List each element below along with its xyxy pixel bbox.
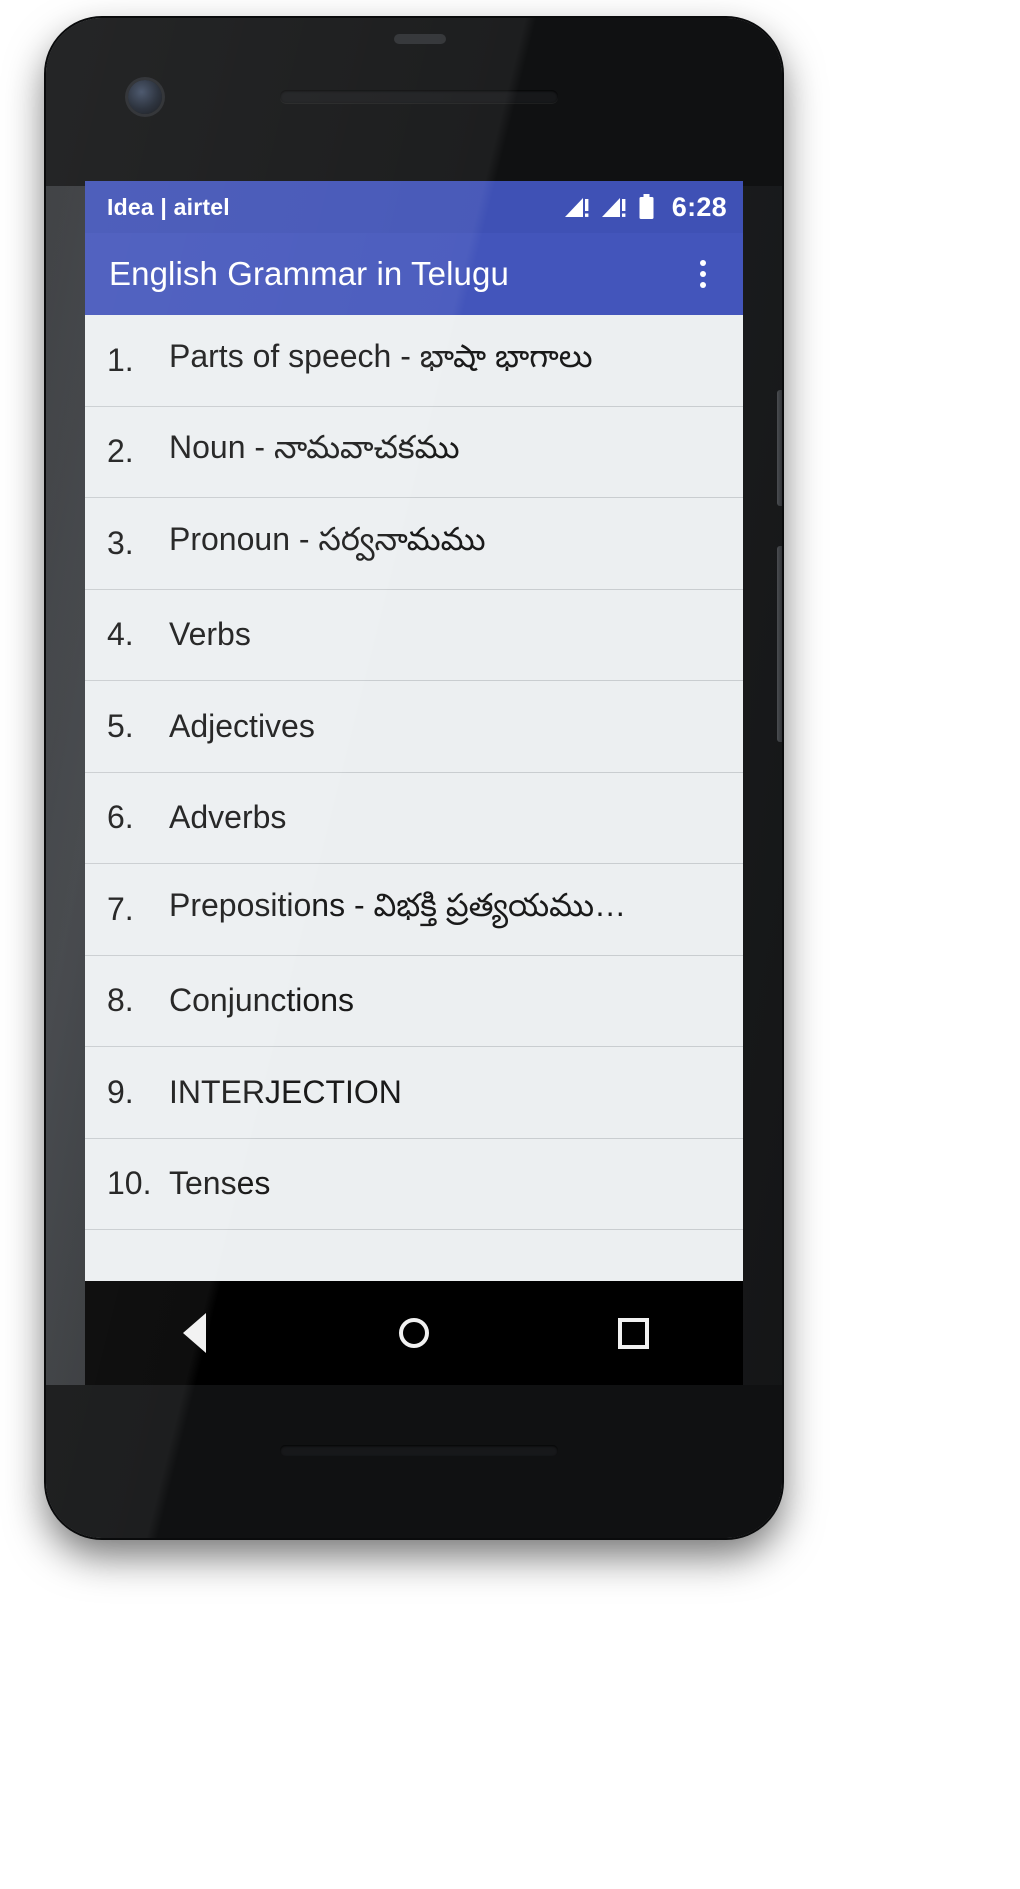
list-item-index: 10. [107, 1165, 152, 1202]
list-item-label: INTERJECTION [169, 1073, 402, 1110]
phone-device-frame: Idea | airtel 6:28 English Grammar in Te… [46, 18, 782, 1538]
list-item-index: 2. [107, 433, 134, 470]
list-item[interactable]: 4. Verbs [85, 589, 743, 681]
list-item-label: Parts of speech - భాషా భాగాలు [169, 337, 593, 374]
nav-recents-button[interactable] [596, 1296, 670, 1370]
list-item[interactable]: 1. Parts of speech - భాషా భాగాలు [85, 315, 743, 407]
page-title: English Grammar in Telugu [109, 255, 509, 292]
top-notch-bar [394, 34, 446, 44]
list-item-label: Conjunctions [169, 982, 354, 1019]
back-triangle-icon [183, 1313, 207, 1353]
list-item-label: Noun - నామవాచకము [169, 429, 460, 466]
list-item[interactable]: 8. Conjunctions [85, 955, 743, 1047]
power-button[interactable] [777, 390, 782, 506]
nav-back-button[interactable] [158, 1296, 232, 1370]
overflow-dot [700, 271, 706, 277]
carrier-label: Idea | airtel [107, 193, 230, 220]
navigation-bar [85, 1281, 743, 1385]
signal-bars-warning-icon [601, 198, 626, 217]
signal-bars-warning-icon [564, 198, 589, 217]
battery-full-icon [639, 194, 654, 219]
list-item-index: 8. [107, 982, 134, 1019]
list-item-partial[interactable] [85, 1230, 743, 1281]
nav-home-button[interactable] [377, 1296, 451, 1370]
list-item-index: 9. [107, 1073, 134, 1110]
overflow-dot [700, 260, 706, 266]
list-item[interactable]: 10. Tenses [85, 1138, 743, 1230]
list-item[interactable]: 6. Adverbs [85, 772, 743, 864]
list-item-label: Pronoun - సర్వనామము [169, 520, 486, 557]
phone-bottom-bezel [46, 1385, 782, 1538]
list-item[interactable]: 7. Prepositions - విభక్తి ప్రత్యయము… [85, 864, 743, 956]
list-item-index: 7. [107, 890, 134, 927]
list-item[interactable]: 2. Noun - నామవాచకము [85, 406, 743, 498]
list-item-index: 6. [107, 799, 134, 836]
phone-screen: Idea | airtel 6:28 English Grammar in Te… [85, 181, 743, 1281]
list-item-label: Adverbs [169, 799, 287, 836]
topic-list[interactable]: 1. Parts of speech - భాషా భాగాలు 2. Noun… [85, 315, 743, 1281]
list-item[interactable]: 9. INTERJECTION [85, 1047, 743, 1139]
list-item-index: 5. [107, 707, 134, 744]
list-item[interactable]: 5. Adjectives [85, 681, 743, 773]
overflow-menu-icon[interactable] [683, 248, 723, 300]
status-bar: Idea | airtel 6:28 [85, 181, 743, 233]
front-camera-icon [128, 80, 162, 114]
list-item-label: Prepositions - విభక్తి ప్రత్యయము… [169, 886, 627, 923]
bottom-speaker-icon [280, 1445, 558, 1456]
app-bar: English Grammar in Telugu [85, 233, 743, 315]
list-item-label: Verbs [169, 616, 251, 653]
list-item[interactable]: 3. Pronoun - సర్వనామము [85, 498, 743, 590]
recents-square-icon [617, 1317, 649, 1349]
home-circle-icon [398, 1318, 429, 1348]
list-item-index: 1. [107, 341, 134, 378]
earpiece-speaker-icon [280, 90, 558, 103]
list-item-label: Tenses [169, 1165, 271, 1202]
list-item-label: Adjectives [169, 707, 315, 744]
list-item-index: 4. [107, 616, 134, 653]
status-clock: 6:28 [671, 191, 727, 222]
phone-top-bezel [46, 18, 782, 186]
overflow-dot [700, 282, 706, 288]
volume-button[interactable] [777, 546, 782, 742]
status-icons-group: 6:28 [564, 192, 727, 223]
list-item-index: 3. [107, 524, 134, 561]
